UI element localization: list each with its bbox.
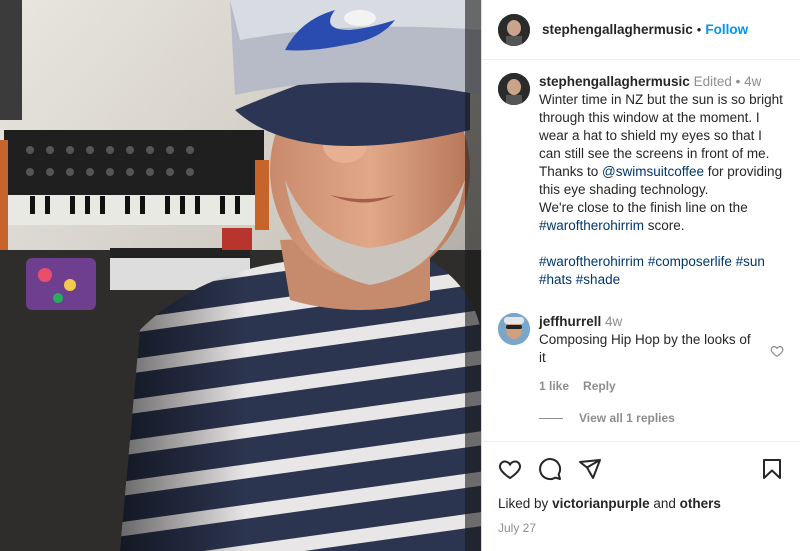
heart-icon[interactable]	[770, 344, 784, 358]
author-username[interactable]: stephengallaghermusic	[542, 22, 693, 37]
hashtag-link[interactable]: #shade	[576, 272, 620, 287]
caption-text: Winter time in NZ but the sun is so brig…	[539, 91, 784, 235]
comment-time[interactable]: 4w	[605, 314, 622, 329]
comment-item: jeffhurrell 4w Composing Hip Hop by the …	[498, 313, 784, 393]
edited-label: Edited	[693, 74, 732, 89]
liked-by-and: and	[653, 496, 676, 511]
hashtag-link[interactable]: #waroftherohirrim	[539, 254, 644, 269]
caption-avatar[interactable]	[498, 73, 530, 105]
post-date[interactable]: July 27	[498, 521, 784, 535]
reply-button[interactable]: Reply	[583, 379, 616, 393]
post-modal: stephengallaghermusic • Follow stephenga…	[0, 0, 800, 551]
caption: stephengallaghermusic Edited • 4w Winter…	[498, 73, 784, 289]
comment-text: Composing Hip Hop by the looks of it	[539, 332, 755, 365]
comment-icon[interactable]	[538, 457, 562, 481]
caption-username[interactable]: stephengallaghermusic	[539, 74, 690, 89]
view-replies[interactable]: View all 1 replies	[539, 411, 784, 425]
selfie-image	[0, 0, 481, 551]
commenter-avatar[interactable]	[498, 313, 530, 345]
post-photo[interactable]	[0, 0, 481, 551]
liked-by: Liked by victorianpurple and others	[498, 496, 784, 511]
caption-time[interactable]: 4w	[744, 74, 761, 89]
caption-dot: •	[735, 74, 741, 89]
heart-icon[interactable]	[498, 457, 522, 481]
share-icon[interactable]	[578, 457, 602, 481]
comments-section[interactable]: stephengallaghermusic Edited • 4w Winter…	[482, 61, 800, 441]
view-replies-label[interactable]: View all 1 replies	[579, 411, 675, 425]
commenter-username[interactable]: jeffhurrell	[539, 314, 601, 329]
action-bar	[498, 442, 784, 496]
separator-dot: •	[696, 22, 702, 37]
liked-by-prefix: Liked by	[498, 496, 549, 511]
liked-by-others[interactable]: others	[680, 496, 721, 511]
hashtag-link[interactable]: #waroftherohirrim	[539, 218, 644, 233]
hashtag-link[interactable]: #sun	[736, 254, 765, 269]
post-footer: Liked by victorianpurple and others July…	[482, 441, 800, 551]
mention-link[interactable]: @swimsuitcoffee	[602, 164, 704, 179]
post-details: stephengallaghermusic • Follow stephenga…	[481, 0, 800, 551]
caption-text-part: score.	[644, 218, 685, 233]
bookmark-icon[interactable]	[760, 457, 784, 481]
post-header: stephengallaghermusic • Follow	[482, 0, 800, 60]
follow-button[interactable]: Follow	[705, 22, 748, 37]
comment-likes[interactable]: 1 like	[539, 379, 569, 393]
hashtag-link[interactable]: #composerlife	[648, 254, 732, 269]
caption-hashtags: #waroftherohirrim #composerlife #sun #ha…	[539, 253, 784, 289]
author-avatar[interactable]	[498, 13, 530, 46]
liked-by-user[interactable]: victorianpurple	[552, 496, 650, 511]
hashtag-link[interactable]: #hats	[539, 272, 572, 287]
replies-divider	[539, 417, 563, 419]
